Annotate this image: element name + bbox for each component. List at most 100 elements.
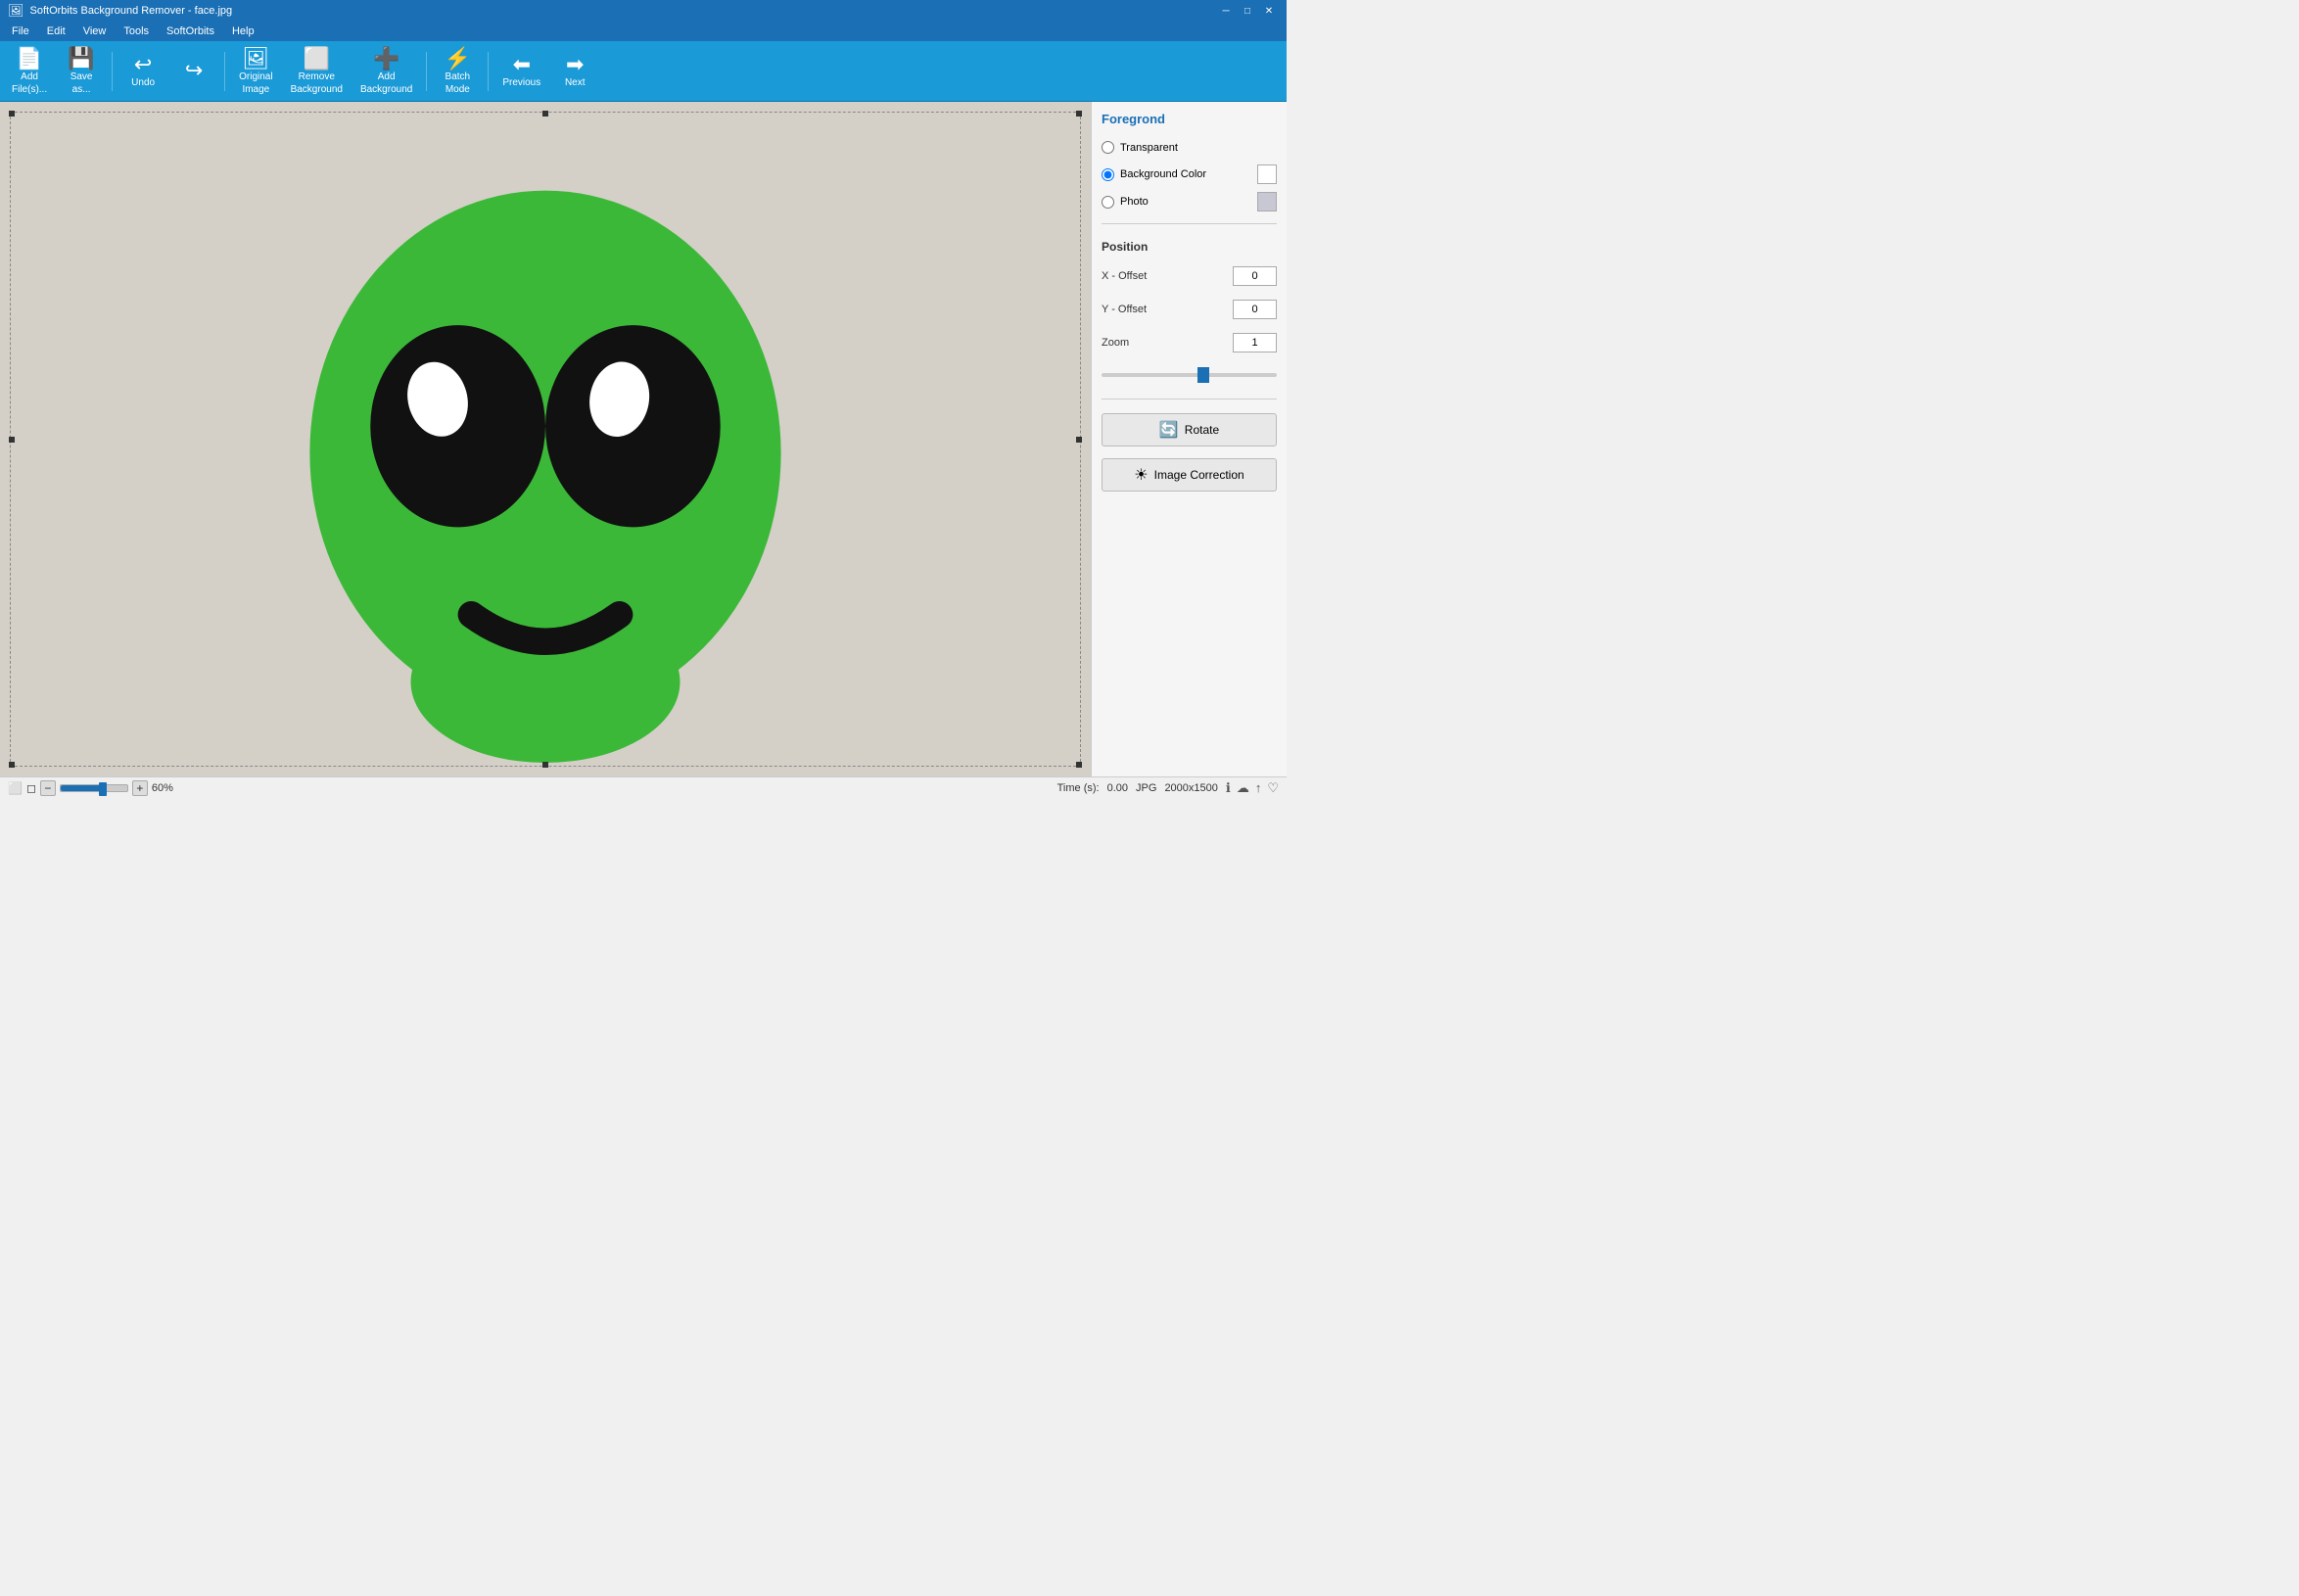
- titlebar: 🖼 SoftOrbits Background Remover - face.j…: [0, 0, 1287, 22]
- handle-top-middle[interactable]: [542, 111, 548, 117]
- zoom-icon-fit[interactable]: ⬜: [8, 781, 23, 795]
- zoom-icon-select[interactable]: ◻: [26, 781, 36, 795]
- statusbar-right: Time (s): 0.00 JPG 2000x1500 ℹ ☁ ↑ ♡: [1057, 780, 1279, 796]
- status-icons: ℹ ☁ ↑ ♡: [1226, 780, 1279, 796]
- statusbar: ⬜ ◻ − + 60% Time (s): 0.00 JPG 2000x1500…: [0, 776, 1287, 798]
- alien-face-svg: [276, 117, 815, 763]
- menu-edit[interactable]: Edit: [39, 23, 73, 40]
- zoom-input[interactable]: [1233, 333, 1277, 352]
- y-offset-row: Y - Offset: [1102, 300, 1277, 319]
- titlebar-controls: ─ □ ✕: [1216, 3, 1279, 19]
- handle-middle-left[interactable]: [9, 437, 15, 443]
- time-label: Time (s):: [1057, 782, 1100, 794]
- menubar: File Edit View Tools SoftOrbits Help: [0, 22, 1287, 41]
- handle-bottom-left[interactable]: [9, 762, 15, 768]
- zoom-controls: ⬜ ◻ − + 60%: [8, 780, 173, 796]
- add-bg-label2: Background: [360, 84, 412, 95]
- redo-icon: ↪: [185, 60, 203, 81]
- original-image-icon: 🖼: [242, 48, 269, 70]
- background-color-label[interactable]: Background Color: [1120, 168, 1206, 180]
- background-color-radio-row: Background Color: [1102, 168, 1257, 181]
- info-icon[interactable]: ℹ: [1226, 780, 1231, 796]
- canvas-content: [0, 102, 1091, 776]
- main-layout: Foregrond Transparent Background Color P…: [0, 102, 1287, 776]
- titlebar-title: SoftOrbits Background Remover - face.jpg: [30, 5, 233, 17]
- add-files-label: Add: [21, 71, 38, 82]
- save-as-label2: as...: [72, 84, 91, 95]
- photo-label[interactable]: Photo: [1120, 196, 1149, 208]
- remove-bg-label: Remove: [299, 71, 335, 82]
- y-offset-label: Y - Offset: [1102, 304, 1147, 315]
- previous-button[interactable]: ⬅ Previous: [494, 44, 548, 99]
- zoom-minus-button[interactable]: −: [40, 780, 56, 796]
- photo-row: Photo: [1102, 192, 1277, 211]
- undo-button[interactable]: ↩ Undo: [118, 44, 167, 99]
- batch-label: Batch: [446, 71, 471, 82]
- next-button[interactable]: ➡ Next: [550, 44, 599, 99]
- zoom-row: Zoom: [1102, 333, 1277, 352]
- transparent-radio[interactable]: [1102, 141, 1114, 154]
- zoom-bar-track[interactable]: [60, 784, 128, 792]
- color-swatch[interactable]: [1257, 164, 1277, 184]
- menu-help[interactable]: Help: [224, 23, 262, 40]
- handle-middle-right[interactable]: [1076, 437, 1082, 443]
- rotate-label: Rotate: [1185, 423, 1219, 437]
- handle-bottom-right[interactable]: [1076, 762, 1082, 768]
- app-icon: 🖼: [8, 3, 24, 19]
- image-canvas: [252, 102, 839, 776]
- batch-icon: ⚡: [445, 48, 471, 70]
- x-offset-input[interactable]: [1233, 266, 1277, 286]
- menu-view[interactable]: View: [75, 23, 115, 40]
- menu-tools[interactable]: Tools: [116, 23, 157, 40]
- previous-label: Previous: [502, 77, 540, 88]
- toolbar: 📄 Add File(s)... 💾 Save as... ↩ Undo ↪ 🖼…: [0, 41, 1287, 102]
- canvas-area: [0, 102, 1091, 776]
- zoom-bar-thumb[interactable]: [99, 782, 107, 796]
- add-files-label2: File(s)...: [12, 84, 47, 95]
- batch-mode-button[interactable]: ⚡ Batch Mode: [433, 44, 482, 99]
- x-offset-label: X - Offset: [1102, 270, 1147, 282]
- transparent-label[interactable]: Transparent: [1120, 142, 1178, 154]
- rotate-icon: 🔄: [1159, 420, 1179, 440]
- add-background-button[interactable]: ➕ Add Background: [352, 44, 420, 99]
- y-offset-input[interactable]: [1233, 300, 1277, 319]
- remove-bg-label2: Background: [291, 84, 343, 95]
- remove-bg-icon: ⬜: [304, 48, 330, 70]
- maximize-button[interactable]: □: [1238, 3, 1257, 19]
- photo-swatch[interactable]: [1257, 192, 1277, 211]
- redo-button[interactable]: ↪: [169, 44, 218, 99]
- cloud-icon[interactable]: ☁: [1237, 780, 1249, 796]
- batch-label2: Mode: [446, 84, 470, 95]
- close-button[interactable]: ✕: [1259, 3, 1279, 19]
- share-icon[interactable]: ↑: [1255, 780, 1262, 795]
- next-label: Next: [565, 77, 586, 88]
- separator-3: [426, 52, 427, 91]
- minimize-button[interactable]: ─: [1216, 3, 1236, 19]
- separator-2: [224, 52, 225, 91]
- statusbar-left: ⬜ ◻ − + 60%: [8, 780, 173, 796]
- background-color-radio[interactable]: [1102, 168, 1114, 181]
- rotate-button[interactable]: 🔄 Rotate: [1102, 413, 1277, 446]
- zoom-slider-thumb[interactable]: [1197, 367, 1209, 383]
- zoom-slider-track[interactable]: [1102, 373, 1277, 377]
- add-bg-label: Add: [378, 71, 396, 82]
- image-correction-label: Image Correction: [1154, 468, 1244, 482]
- add-files-button[interactable]: 📄 Add File(s)...: [4, 44, 55, 99]
- save-as-button[interactable]: 💾 Save as...: [57, 44, 106, 99]
- photo-radio[interactable]: [1102, 196, 1114, 209]
- right-panel: Foregrond Transparent Background Color P…: [1091, 102, 1287, 776]
- handle-top-right[interactable]: [1076, 111, 1082, 117]
- transparent-radio-row: Transparent: [1102, 141, 1277, 154]
- image-correction-button[interactable]: ☀ Image Correction: [1102, 458, 1277, 492]
- handle-top-left[interactable]: [9, 111, 15, 117]
- zoom-plus-button[interactable]: +: [132, 780, 148, 796]
- remove-background-button[interactable]: ⬜ Remove Background: [283, 44, 351, 99]
- original-image-button[interactable]: 🖼 Original Image: [231, 44, 280, 99]
- foreground-title: Foregrond: [1102, 112, 1277, 126]
- menu-file[interactable]: File: [4, 23, 37, 40]
- zoom-bar-fill: [61, 785, 101, 791]
- heart-icon[interactable]: ♡: [1267, 780, 1279, 796]
- zoom-label: Zoom: [1102, 337, 1129, 349]
- handle-bottom-middle[interactable]: [542, 762, 548, 768]
- menu-softorbits[interactable]: SoftOrbits: [159, 23, 222, 40]
